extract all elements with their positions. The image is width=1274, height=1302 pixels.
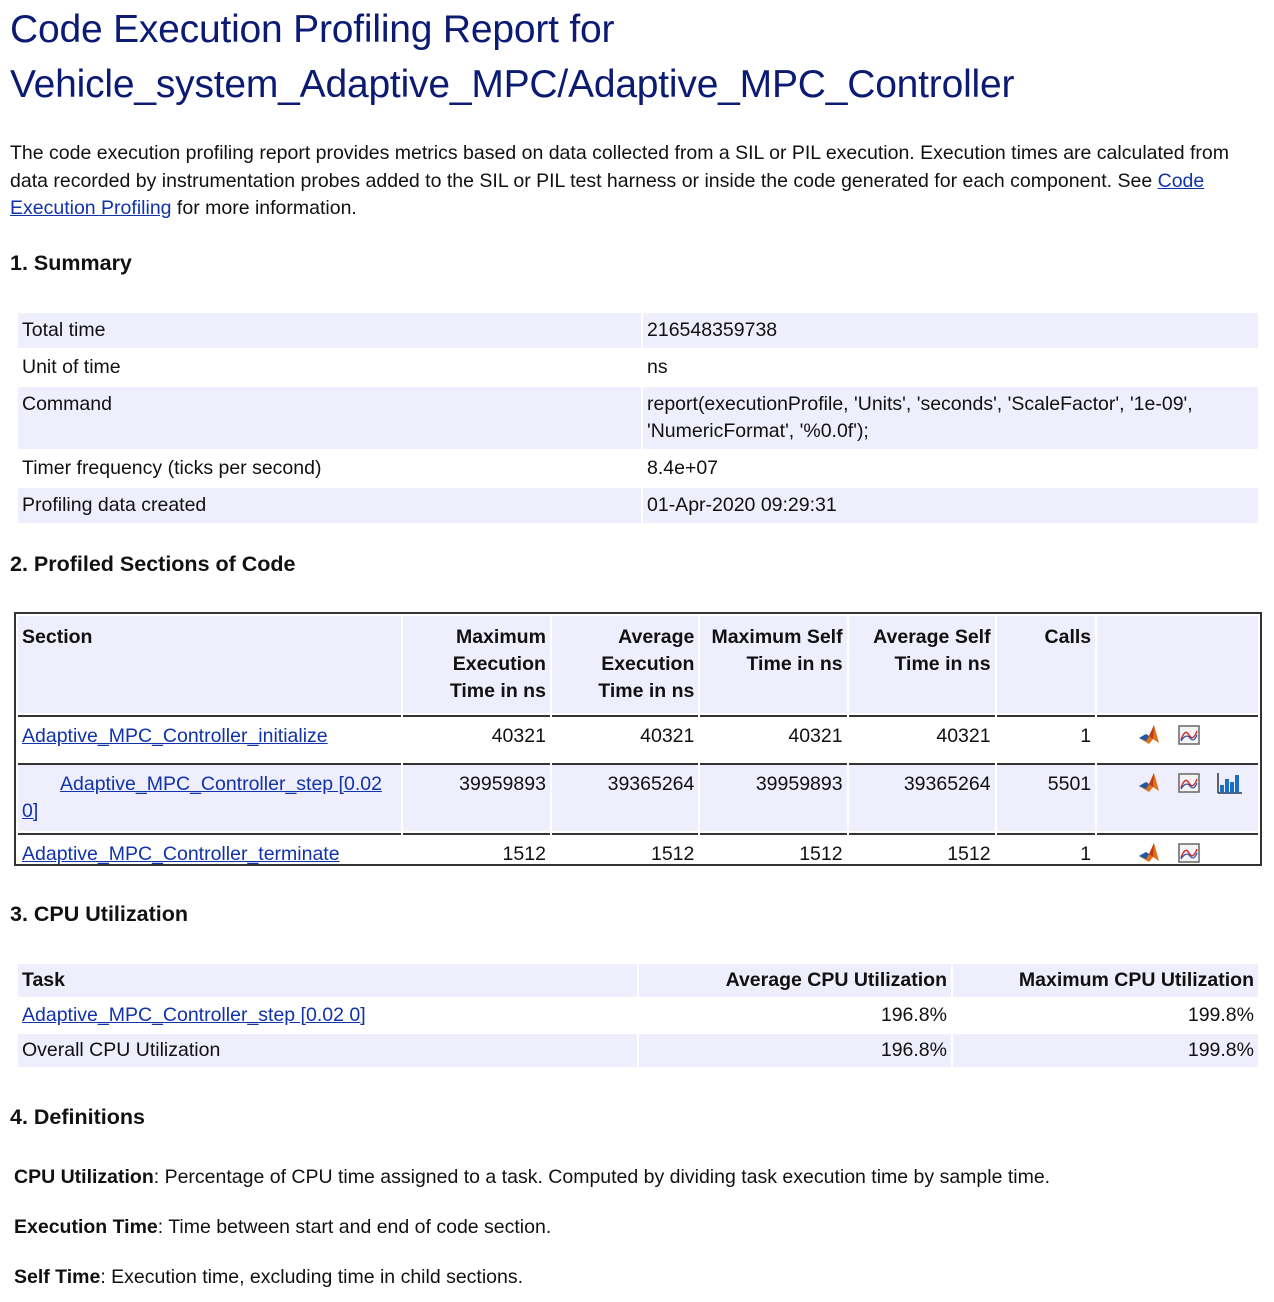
summary-label: Command [18,387,641,449]
summary-heading: 1. Summary [10,251,132,275]
avg-self-cell: 40321 [848,715,995,761]
summary-label: Profiling data created [18,488,641,523]
summary-label: Timer frequency (ticks per second) [22,457,322,479]
task-cell: Overall CPU Utilization [18,1034,637,1067]
table-row: Overall CPU Utilization 196.8% 199.8% [18,1034,1258,1067]
intro-paragraph: The code execution profiling report prov… [10,140,1264,223]
actions-cell [1097,763,1258,831]
report-page: Code Execution Profiling Report for Vehi… [10,0,1264,1288]
cpu-utilization-table: Task Average CPU Utilization Maximum CPU… [16,962,1260,1069]
cpu-utilization-heading: 3. CPU Utilization [10,902,188,926]
table-header-row: Task Average CPU Utilization Maximum CPU… [18,964,1258,997]
section-link[interactable]: Adaptive_MPC_Controller_step [0.02 0] [22,773,382,822]
max-self-cell: 40321 [700,715,847,761]
table-row: Command report(executionProfile, 'Units'… [18,387,1258,449]
column-header-actions [1097,616,1258,713]
avg-self-cell: 1512 [848,833,995,879]
definition-term: Self Time [14,1266,101,1288]
title-line-2: Vehicle_system_Adaptive_MPC/Adaptive_MPC… [10,63,1015,106]
summary-table: Total time 216548359738 Unit of time ns … [16,311,1260,525]
column-header: Maximum Self Time in ns [700,616,847,713]
calls-cell: 5501 [996,763,1096,831]
max-self-cell: 1512 [700,833,847,879]
table-row: Adaptive_MPC_Controller_step [0.02 0] 19… [18,999,1258,1032]
definition-text: : Time between start and end of code sec… [157,1216,552,1238]
column-header: Average Self Time in ns [848,616,995,713]
max-cpu-cell: 199.8% [1187,1004,1254,1026]
avg-exec-cell: 1512 [551,833,699,879]
definition-item: CPU Utilization: Percentage of CPU time … [14,1164,1050,1191]
actions-cell [1097,715,1258,761]
section-cell: Adaptive_MPC_Controller_terminate [18,833,402,879]
section-cell: Adaptive_MPC_Controller_initialize [18,715,402,761]
intro-text: The code execution profiling report prov… [10,142,1230,192]
column-header: Maximum CPU Utilization [953,964,1258,997]
summary-label: Unit of time [22,356,121,378]
definition-item: Execution Time: Time between start and e… [14,1214,551,1241]
max-self-cell: 39959893 [700,763,847,831]
definition-term: CPU Utilization [14,1166,154,1188]
avg-exec-cell: 39365264 [551,763,699,831]
plot-icon[interactable] [1177,841,1201,873]
table-header-row: Section Maximum Execution Time in ns Ave… [18,616,1258,713]
table-row: Timer frequency (ticks per second) 8.4e+… [18,451,1258,486]
table-row: Adaptive_MPC_Controller_terminate 1512 1… [18,833,1258,879]
column-header: Task [18,964,637,997]
table-row: Adaptive_MPC_Controller_initialize 40321… [18,715,1258,761]
task-link[interactable]: Adaptive_MPC_Controller_step [0.02 0] [22,1004,366,1026]
plot-icon[interactable] [1177,723,1201,755]
column-header: Average CPU Utilization [639,964,951,997]
matlab-icon[interactable] [1137,723,1161,755]
avg-cpu-cell: 196.8% [880,1004,947,1026]
matlab-icon[interactable] [1137,841,1161,873]
intro-text-end: for more information. [171,197,357,219]
bar-chart-icon[interactable] [1216,771,1244,803]
table-row: Unit of time ns [18,350,1258,385]
calls-cell: 1 [996,715,1096,761]
title-line-1: Code Execution Profiling Report for [10,8,615,51]
definition-item: Self Time: Execution time, excluding tim… [14,1264,523,1291]
table-row: Profiling data created 01-Apr-2020 09:29… [18,488,1258,523]
max-exec-cell: 1512 [403,833,550,879]
column-header: Average Execution Time in ns [551,616,699,713]
actions-cell [1097,833,1258,879]
profiled-sections-heading: 2. Profiled Sections of Code [10,552,296,576]
definitions-heading: 4. Definitions [10,1105,145,1129]
definition-text: : Execution time, excluding time in chil… [100,1266,524,1288]
summary-value: ns [647,356,668,378]
column-header: Maximum Execution Time in ns [403,616,550,713]
summary-value: 216548359738 [643,313,1258,348]
section-link[interactable]: Adaptive_MPC_Controller_initialize [22,725,328,747]
summary-value: report(executionProfile, 'Units', 'secon… [643,387,1258,449]
column-header: Section [18,616,402,713]
definition-text: : Percentage of CPU time assigned to a t… [153,1166,1051,1188]
task-cell: Adaptive_MPC_Controller_step [0.02 0] [18,999,637,1032]
avg-self-cell: 39365264 [848,763,995,831]
avg-exec-cell: 40321 [551,715,699,761]
calls-cell: 1 [996,833,1096,879]
section-link[interactable]: Adaptive_MPC_Controller_terminate [22,843,340,865]
section-cell: Adaptive_MPC_Controller_step [0.02 0] [18,763,402,831]
page-title: Code Execution Profiling Report for Vehi… [10,0,1264,112]
table-row: Total time 216548359738 [18,313,1258,348]
max-exec-cell: 40321 [403,715,550,761]
profiled-sections-table: Section Maximum Execution Time in ns Ave… [14,612,1262,866]
max-cpu-cell: 199.8% [953,1034,1258,1067]
plot-icon[interactable] [1177,771,1201,803]
summary-value: 01-Apr-2020 09:29:31 [643,488,1258,523]
max-exec-cell: 39959893 [403,763,550,831]
summary-value: 8.4e+07 [647,457,719,479]
table-row: Adaptive_MPC_Controller_step [0.02 0] 39… [18,763,1258,831]
definition-term: Execution Time [14,1216,158,1238]
matlab-icon[interactable] [1137,771,1161,803]
summary-label: Total time [18,313,641,348]
avg-cpu-cell: 196.8% [639,1034,951,1067]
column-header: Calls [996,616,1096,713]
